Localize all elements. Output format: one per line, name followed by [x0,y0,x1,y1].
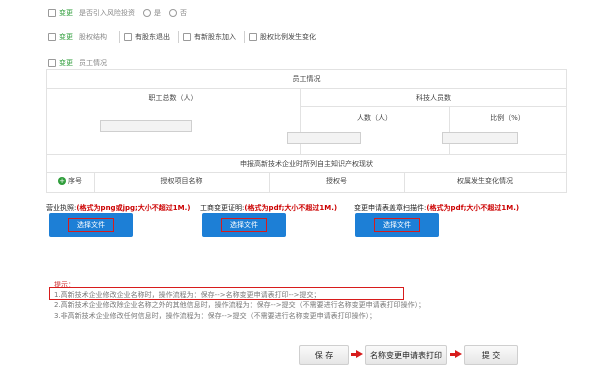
staff-label: 员工情况 [79,59,107,67]
submit-button[interactable]: 提 交 [464,345,518,365]
tip-line-1: 1.高新技术企业修改企业名称时，操作流程为：保存-->名称变更申请表打印-->提… [54,291,321,299]
print-application-button[interactable]: 名称变更申请表打印 [365,345,447,365]
yes-label: 是 [154,9,161,17]
venture-question: 是否引入风险投资 [79,9,135,17]
tech-ratio-input[interactable] [442,132,518,144]
no-radio[interactable] [169,9,177,17]
tip-line-3: 3.非高新技术企业修改任何信息时，操作流程为：保存-->提交（不需要进行名称变更… [54,312,377,320]
staff-table: 员工情况 职工总数（人） 科技人员数 人数（人） 比例（%） [46,69,567,155]
change-tag: 变更 [59,9,73,17]
divider [119,31,120,43]
ip-col-name: 授权项目名称 [160,177,203,185]
application-scan-label: 变更申请表盖章扫描件:(格式为pdf;大小不超过1M.) [354,203,519,213]
application-scan-upload-button[interactable]: 选择文件 [355,213,439,237]
yes-radio[interactable] [143,9,151,17]
change-tag: 变更 [59,59,73,67]
divider [178,31,179,43]
change-checkbox[interactable] [48,33,56,41]
arrow-icon [356,350,363,358]
equity-structure-row: 变更 股权结构 有股东退出 有新股东加入 股权比例发生变化 [48,31,316,43]
change-checkbox[interactable] [48,9,56,17]
equity-structure-label: 股权结构 [79,33,107,41]
tech-count-input[interactable] [287,132,361,144]
add-row-icon[interactable]: + [58,177,66,185]
new-shareholder-checkbox[interactable] [183,33,191,41]
ratio-change-label: 股权比例发生变化 [260,33,316,41]
ip-col-index: + 序号 [46,176,94,186]
shareholder-exit-checkbox[interactable] [124,33,132,41]
save-button[interactable]: 保 存 [299,345,349,365]
application-scan-hint: (格式为pdf;大小不超过1M.) [426,204,520,212]
total-staff-input[interactable] [100,120,192,132]
business-license-hint: (格式为png或jpg;大小不超过1M.) [76,204,191,212]
staff-table-title: 员工情况 [292,75,321,83]
choose-file-label: 选择文件 [374,218,420,232]
tech-count-header: 人数（人） [357,114,392,122]
ip-col-ownership: 权属发生变化情况 [457,177,513,185]
total-staff-header: 职工总数（人） [148,94,198,102]
business-license-upload-button[interactable]: 选择文件 [49,213,133,237]
arrow-icon [455,350,462,358]
business-license-label: 营业执照:(格式为png或jpg;大小不超过1M.) [46,203,190,213]
shareholder-exit-label: 有股东退出 [135,33,170,41]
tip-line-2: 2.高新技术企业修改除企业名称之外的其他信息时，操作流程为：保存-->提交（不需… [54,301,426,309]
change-proof-label: 工商变更证明:(格式为pdf;大小不超过1M.) [200,203,337,213]
tech-ratio-header: 比例（%） [490,114,525,122]
ratio-change-checkbox[interactable] [249,33,257,41]
business-license-text: 营业执照: [46,204,77,212]
change-proof-upload-button[interactable]: 选择文件 [202,213,286,237]
change-tag: 变更 [59,33,73,41]
ip-col-number: 授权号 [326,177,347,185]
venture-capital-row: 变更 是否引入风险投资 是 否 [48,8,195,18]
ip-table: 申报高新技术企业时所列自主知识产权现状 + 序号 授权项目名称 授权号 权属发生… [46,155,567,193]
change-checkbox[interactable] [48,59,56,67]
application-scan-text: 变更申请表盖章扫描件: [354,204,427,212]
divider [244,31,245,43]
ip-table-title: 申报高新技术企业时所列自主知识产权现状 [240,160,373,168]
tech-staff-header: 科技人员数 [416,94,451,102]
change-proof-text: 工商变更证明: [200,204,245,212]
choose-file-label: 选择文件 [221,218,267,232]
new-shareholder-label: 有新股东加入 [194,33,236,41]
choose-file-label: 选择文件 [68,218,114,232]
no-label: 否 [180,9,187,17]
staff-row: 变更 员工情况 [48,58,115,68]
change-proof-hint: (格式为pdf;大小不超过1M.) [244,204,338,212]
ip-col-index-label: 序号 [68,177,82,185]
